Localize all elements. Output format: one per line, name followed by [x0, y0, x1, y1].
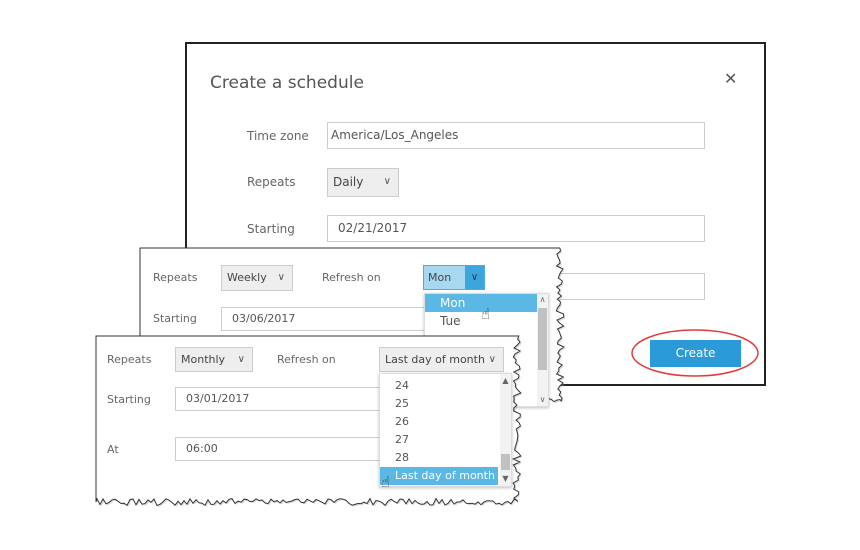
- day-option-24[interactable]: 24: [380, 377, 498, 395]
- scrollbar-thumb[interactable]: [501, 454, 510, 470]
- scroll-down-icon[interactable]: ▼: [500, 474, 511, 483]
- monthly-starting-label: Starting: [107, 393, 151, 406]
- monthly-repeats-value: Monthly: [181, 353, 226, 366]
- monthly-at-input[interactable]: 06:00: [175, 437, 385, 461]
- monthly-starting-input[interactable]: 03/01/2017: [175, 387, 385, 411]
- chevron-down-icon: ∨: [488, 354, 496, 365]
- scrollbar[interactable]: ▲ ▼: [500, 374, 511, 486]
- scroll-up-icon[interactable]: ▲: [500, 376, 511, 385]
- chevron-down-icon: ∨: [237, 354, 245, 365]
- monthly-refresh-select[interactable]: Last day of month ∨: [379, 347, 504, 372]
- day-option-last-day-of-month[interactable]: Last day of month: [380, 467, 498, 485]
- monthly-at-label: At: [107, 443, 119, 456]
- screenshot: Create a schedule ✕ Time zone America/Lo…: [0, 0, 860, 550]
- hand-cursor-icon: ☝: [381, 473, 391, 491]
- monthly-repeats-label: Repeats: [107, 353, 152, 366]
- day-option-28[interactable]: 28: [380, 449, 498, 467]
- day-dropdown-list: 24 25 26 27 28 Last day of month ▲ ▼: [379, 373, 512, 487]
- day-option-25[interactable]: 25: [380, 395, 498, 413]
- monthly-refresh-label: Refresh on: [277, 353, 336, 366]
- monthly-panel: Repeats Monthly ∨ Refresh on Last day of …: [0, 0, 860, 550]
- day-option-26[interactable]: 26: [380, 413, 498, 431]
- monthly-refresh-value: Last day of month: [385, 353, 485, 366]
- monthly-repeats-select[interactable]: Monthly ∨: [175, 347, 253, 372]
- day-option-27[interactable]: 27: [380, 431, 498, 449]
